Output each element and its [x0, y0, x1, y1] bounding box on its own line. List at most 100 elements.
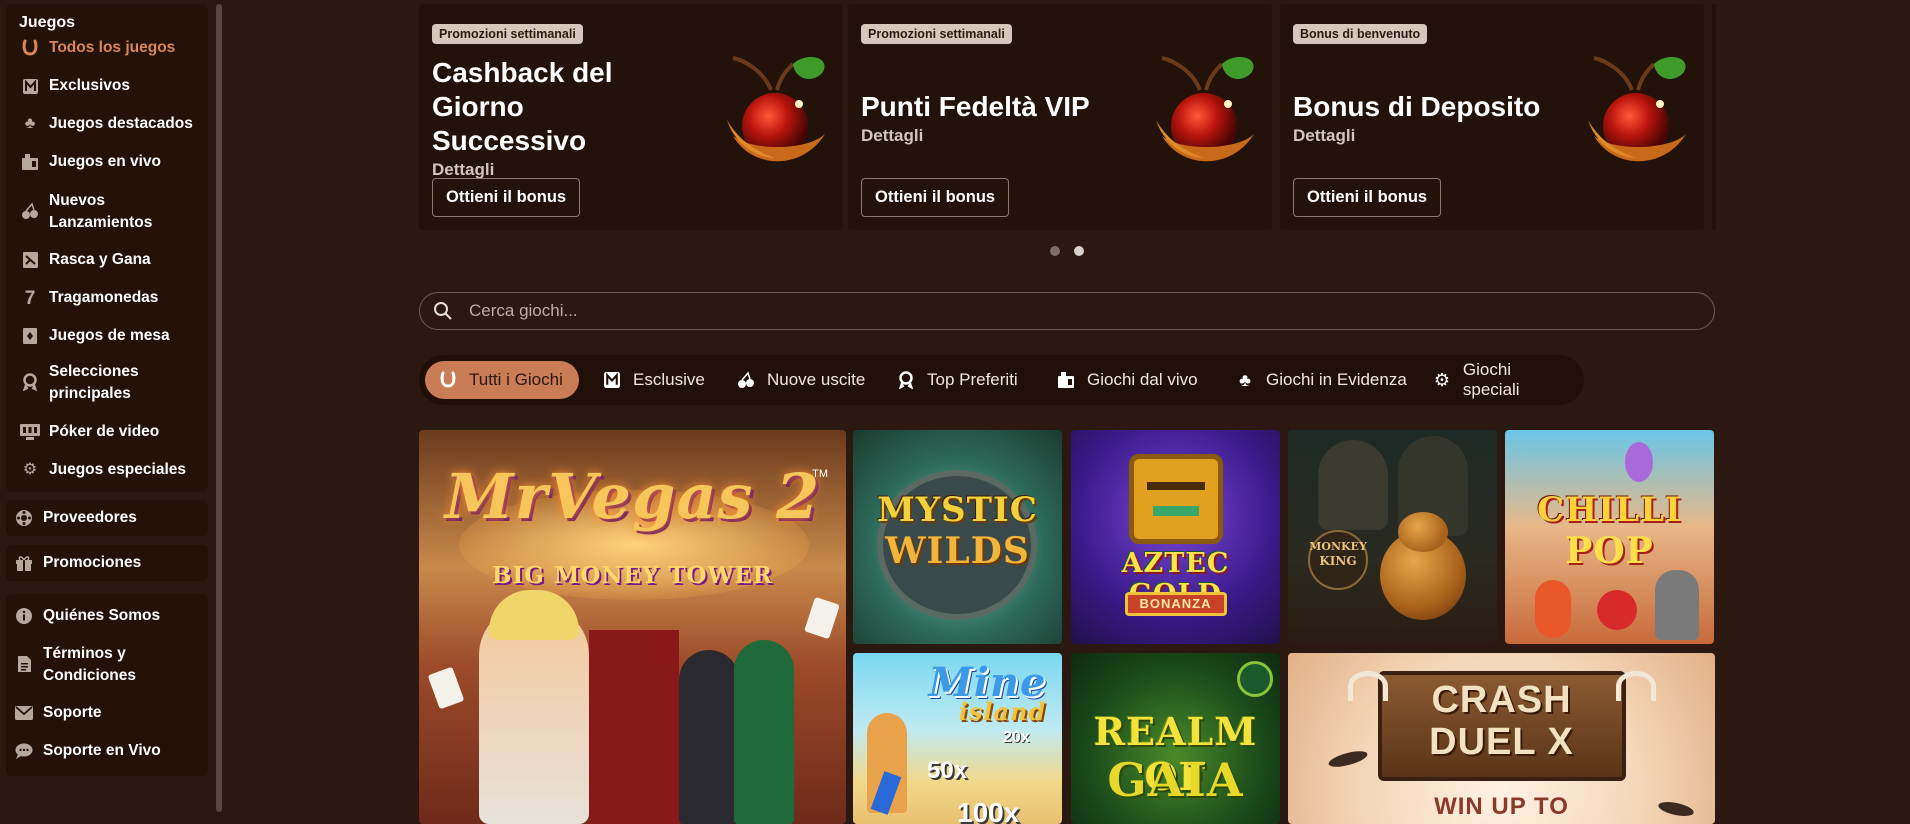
sidebar-item-todos-los-juegos[interactable]: Todos los juegos — [20, 37, 206, 59]
game-title-line2: GAIA — [1107, 753, 1244, 807]
game-title-line2: WILDS — [885, 530, 1030, 572]
sidebar-item-label: Soporte en Vivo — [43, 742, 161, 759]
game-filter-tabs: Tutti i Giochi Esclusive Nuove uscite To… — [419, 355, 1584, 405]
tab-label: Giochi in Evidenza — [1266, 370, 1407, 389]
promo-badge: Bonus di benvenuto — [1293, 24, 1428, 44]
sidebar-item-poker-de-video[interactable]: Póker de video — [20, 421, 206, 443]
multiplier-label: 100x — [957, 797, 1020, 824]
game-title: MrVegas 2 — [444, 460, 821, 533]
game-tile-aztec-gold[interactable]: AZTEC GOLD BONANZA — [1071, 430, 1280, 644]
sidebar-promotions-panel: Promociones — [6, 545, 208, 581]
mail-icon — [14, 703, 34, 723]
live-icon — [1055, 369, 1077, 391]
tab-label: Tutti i Giochi — [469, 370, 563, 389]
seven-icon: 7 — [24, 287, 36, 309]
game-tile-mine-island[interactable]: Mine island 20x 50x 100x — [853, 653, 1062, 824]
tab-giochi-in-evidenza[interactable]: ♣ Giochi in Evidenza — [1222, 361, 1419, 399]
get-bonus-button[interactable]: Ottieni il bonus — [861, 178, 1010, 217]
game-title-line2: KING — [1319, 554, 1357, 568]
sidebar-item-juegos-en-vivo[interactable]: Juegos en vivo — [20, 151, 206, 173]
document-icon — [14, 654, 34, 674]
sidebar-item-label: Todos los juegos — [49, 39, 176, 56]
carousel-dot-2[interactable] — [1074, 246, 1084, 256]
game-title-line3: WIN UP TO — [1434, 793, 1569, 820]
award-icon — [895, 369, 917, 391]
exclusive-icon — [20, 76, 40, 96]
game-tile-chilli-pop[interactable]: CHILLI POP — [1505, 430, 1714, 644]
search-bar — [419, 292, 1715, 330]
gift-icon — [14, 553, 34, 573]
award-icon — [20, 372, 40, 392]
trademark-label: TM — [812, 468, 828, 480]
sidebar-item-label: Términos y Condiciones — [43, 645, 137, 684]
sidebar-item-exclusivos[interactable]: Exclusivos — [20, 75, 206, 97]
sidebar-item-juegos-destacados[interactable]: ♣ Juegos destacados — [20, 113, 206, 135]
gear-icon: ⚙ — [1433, 369, 1451, 390]
cherry-icon — [727, 56, 825, 162]
sidebar-item-terminos[interactable]: Términos y Condiciones — [14, 643, 200, 687]
game-title-line1: CRASH — [1431, 679, 1572, 721]
live-icon — [20, 152, 40, 172]
sidebar-item-juegos-especiales[interactable]: ⚙ Juegos especiales — [20, 459, 206, 481]
search-input[interactable] — [469, 301, 1669, 321]
promo-card[interactable]: Bonus di benvenuto Bonus di Deposito Det… — [1280, 4, 1704, 230]
info-icon — [14, 606, 34, 626]
sidebar-item-proveedores[interactable]: Proveedores — [14, 507, 200, 529]
sidebar-item-label: Juegos destacados — [49, 115, 193, 132]
tab-top-preferiti[interactable]: Top Preferiti — [883, 361, 1030, 399]
game-title-line2: island — [958, 697, 1047, 726]
game-tile-realm-of-gaia[interactable]: REALM OF GAIA — [1071, 653, 1280, 824]
tab-nuove-uscite[interactable]: Nuove uscite — [723, 361, 877, 399]
get-bonus-button[interactable]: Ottieni il bonus — [432, 178, 581, 217]
sidebar-item-rasca-y-gana[interactable]: Rasca y Gana — [20, 249, 206, 271]
tab-giochi-dal-vivo[interactable]: Giochi dal vivo — [1043, 361, 1210, 399]
tab-esclusive[interactable]: Esclusive — [589, 361, 717, 399]
cherries-icon — [20, 201, 40, 221]
sidebar-item-soporte[interactable]: Soporte — [14, 702, 200, 724]
promo-card[interactable]: Promozioni settimanali Punti Fedeltà VIP… — [848, 4, 1272, 230]
game-tile-crash-duel-x[interactable]: CRASH DUEL X WIN UP TO — [1288, 653, 1715, 824]
sidebar-item-label: Juegos en vivo — [49, 153, 161, 170]
tab-tutti-i-giochi[interactable]: Tutti i Giochi — [425, 361, 579, 399]
promo-badge: Promozioni settimanali — [861, 24, 1012, 44]
tab-label: Giochi dal vivo — [1087, 370, 1198, 389]
sidebar-scrollbar[interactable] — [216, 4, 222, 812]
game-title-line2: BONANZA — [1139, 596, 1212, 611]
sidebar-item-juegos-de-mesa[interactable]: Juegos de mesa — [20, 325, 206, 347]
sidebar-item-label: Nuevos Lanzamientos — [49, 192, 153, 231]
tab-giochi-speciali[interactable]: ⚙ Giochi speciali — [1419, 360, 1584, 399]
sidebar-item-label: Quiénes Somos — [43, 607, 161, 624]
multiplier-label: 50x — [927, 757, 968, 784]
sidebar-item-promociones[interactable]: Promociones — [14, 552, 200, 574]
sidebar-item-label: Soporte — [43, 704, 102, 721]
promo-details-link[interactable]: Dettagli — [1293, 126, 1355, 146]
sidebar-item-label: Juegos especiales — [49, 461, 186, 478]
game-title-line1: CHILLI — [1537, 490, 1682, 530]
promo-details-link[interactable]: Dettagli — [861, 126, 923, 146]
game-title-line1: MONKEY — [1309, 540, 1367, 553]
carousel-dot-1[interactable] — [1050, 246, 1060, 256]
get-bonus-button[interactable]: Ottieni il bonus — [1293, 178, 1442, 217]
game-tile-monkey-king[interactable]: MONKEY KING — [1288, 430, 1497, 644]
clover-icon: ♣ — [1239, 369, 1251, 390]
gear-icon: ⚙ — [22, 461, 38, 478]
promo-card[interactable]: Promozioni settimanali Cashback del Gior… — [419, 4, 843, 230]
sidebar-item-quienes-somos[interactable]: Quiénes Somos — [14, 605, 200, 627]
exclusive-icon — [601, 369, 623, 391]
sidebar-item-tragamonedas[interactable]: 7 Tragamonedas — [20, 287, 206, 309]
promo-title: Bonus di Deposito — [1293, 91, 1541, 122]
sidebar-item-soporte-en-vivo[interactable]: Soporte en Vivo — [14, 740, 200, 762]
sidebar-item-selecciones-principales[interactable]: Selecciones principales — [20, 361, 206, 405]
promo-details-link[interactable]: Dettagli — [432, 160, 494, 180]
tab-label: Top Preferiti — [927, 370, 1018, 389]
promo-title: Cashback del Giorno Successivo — [432, 57, 613, 156]
promo-badge: Promozioni settimanali — [432, 24, 583, 44]
game-title-line1: MYSTIC — [877, 490, 1038, 530]
sidebar-item-nuevos-lanzamientos[interactable]: Nuevos Lanzamientos — [20, 190, 206, 234]
game-tile-mr-vegas-2[interactable]: MrVegas 2 TM BIG MONEY TOWER — [419, 430, 846, 824]
multiplier-label: 20x — [1003, 729, 1030, 746]
sidebar-providers-panel: Proveedores — [6, 500, 208, 536]
scratch-card-icon — [20, 250, 40, 270]
promo-title: Punti Fedeltà VIP — [861, 91, 1090, 122]
game-tile-mystic-wilds[interactable]: MYSTIC WILDS — [853, 430, 1062, 644]
